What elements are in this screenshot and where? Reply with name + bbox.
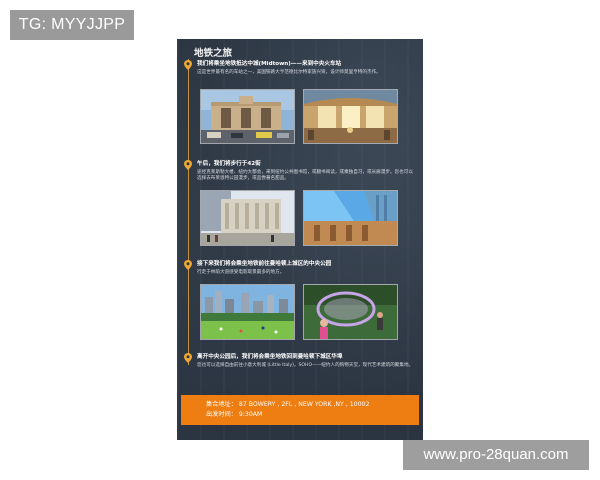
site-watermark: www.pro-28quan.com [403,440,589,470]
location-pin-icon [184,353,192,363]
section-3-body: 行走于林荫大道感受电影取景最多的地方。 [197,270,285,275]
location-pin-icon [184,160,192,170]
section-3-heading: 接下来我们将会乘坐地铁前往曼哈顿上城区的中央公园 [197,261,332,267]
section-2-body: 途径克莱斯勒大楼、纽约大都会，来到纽约公共图书馆，或翻书阅读，或乘独自习，或长廊… [197,170,413,182]
location-pin-icon [184,260,192,270]
poster-title: 地铁之旅 [194,48,233,59]
telegram-watermark: TG: MYYJJPP [10,10,134,40]
section-2-heading: 午后，我们将步行于42街 [197,161,261,167]
skyscraper-view-photo [303,190,398,246]
time-value: 9:30AM [238,411,263,418]
departure-time-row: 出发时间： 9:30AM [206,410,262,420]
address-value: 87 BOWERY , 2FL , NEW YORK ,NY , 10002 [238,401,370,408]
grand-central-exterior-photo [200,89,295,144]
bubble-performer-photo [303,284,398,340]
section-4-heading: 离开中央公园后，我们将会乘坐地铁回到曼哈顿下城区华埠 [197,354,343,360]
public-library-photo [200,190,295,246]
address-label: 集合地址： [206,401,237,408]
meeting-address-row: 集合地址： 87 BOWERY , 2FL , NEW YORK ,NY , 1… [206,400,369,410]
subway-tour-poster: 地铁之旅 我们将乘坐地铁抵达中城(Midtown)——来到中央火车站 这是世界最… [177,39,423,440]
central-park-lawn-photo [200,284,295,340]
grand-central-concourse-photo [303,89,398,144]
meeting-info-bar: 集合地址： 87 BOWERY , 2FL , NEW YORK ,NY , 1… [181,395,419,425]
time-label: 出发时间： [206,411,237,418]
timeline-line [188,59,189,365]
section-1-body: 这是世界最有名的车站之一，美国铁路大亨范德比尔特家族兴资，设计师莫里亨特的杰作。 [197,70,381,75]
section-4-body: 您也可以选择自由前往小意大利城 (Little Italy)，SOHO——纽约人… [197,363,414,368]
section-1-heading: 我们将乘坐地铁抵达中城(Midtown)——来到中央火车站 [197,61,342,67]
location-pin-icon [184,60,192,70]
